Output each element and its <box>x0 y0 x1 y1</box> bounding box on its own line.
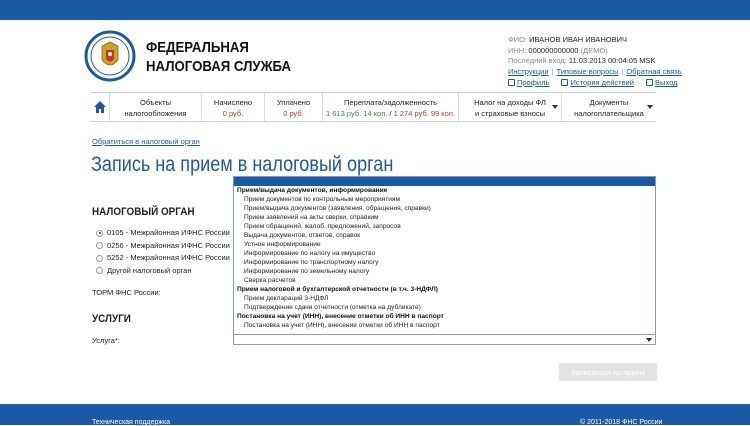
dropdown-option[interactable]: Информирование по налогу на имущество <box>234 249 655 258</box>
dropdown-option[interactable]: Выдача документов, ответов, справок <box>234 231 655 240</box>
dropdown-option[interactable]: Информирование по транспортному налогу <box>234 258 655 267</box>
last-login-label: Последний вход: <box>508 56 567 65</box>
brand-name: ФЕДЕРАЛЬНАЯ НАЛОГОВАЯ СЛУЖБА <box>146 38 291 76</box>
inn-note: (ДЕМО) <box>580 45 608 55</box>
dropdown-group: Постановка на учет (ИНН), внесение отмет… <box>237 313 444 320</box>
dropdown-option[interactable]: Прием заявлений на акты сверки, справким <box>234 213 655 222</box>
chevron-down-icon[interactable] <box>646 338 652 342</box>
home-button[interactable] <box>90 93 110 121</box>
home-icon <box>93 101 106 113</box>
menu-balance[interactable]: Переплата/задолженность 1 613 руб. 14 ко… <box>323 93 459 121</box>
section-services-title: УСЛУГИ <box>92 313 131 325</box>
dropdown-selected-row[interactable] <box>234 177 655 186</box>
menu-paid[interactable]: Уплачено 0 руб. <box>265 93 323 121</box>
dropdown-option[interactable]: Постановка на учет (ИНН), внесение отмет… <box>234 321 655 330</box>
menu-ndfl[interactable]: Налог на доходы ФЛ и страховые взносы <box>459 93 562 121</box>
menu-documents[interactable]: Документы налогоплательщика <box>562 93 656 121</box>
profile-icon <box>508 79 515 86</box>
dropdown-option[interactable]: Прием обращений, жалоб, предложений, зап… <box>234 222 655 231</box>
brand-line1: ФЕДЕРАЛЬНАЯ <box>146 39 249 56</box>
main-menu: Объекты налогообложения Начислено 0 руб.… <box>90 92 656 122</box>
dropdown-option[interactable]: Информирование по земельному налогу <box>234 267 655 276</box>
exit-icon <box>646 79 654 86</box>
breadcrumb[interactable]: Обратиться в налоговый орган <box>92 137 200 146</box>
page-title: Запись на прием в налоговый орган <box>91 153 394 176</box>
dropdown-option[interactable]: Прием деклараций 3-НДФЛ <box>234 294 655 303</box>
accrued-value: 0 руб. <box>222 109 244 118</box>
feedback-link[interactable]: Обратная связь <box>626 67 681 76</box>
torm-label: ТОРМ ФНС России: <box>92 288 161 297</box>
menu-accrued[interactable]: Начислено 0 руб. <box>202 93 265 121</box>
dropdown-option[interactable]: Подтверждение сдачи отчетности (отметка … <box>234 303 655 312</box>
last-login-value: 11.03.2013 00:04:05 MSK <box>568 56 656 65</box>
office-radio-5252[interactable]: 5252 - Межрайонная ИФНС России <box>96 252 230 265</box>
chevron-down-icon <box>647 105 653 109</box>
fio-value: ИВАНОВ ИВАН ИВАНОВИЧ <box>529 35 628 44</box>
user-nav: Профиль История действий Выход <box>508 78 688 87</box>
office-radio-0105[interactable]: 0105 - Межрайонная ИФНС России <box>96 227 230 240</box>
dropdown-option[interactable]: Прием документов по контрольным мероприя… <box>234 195 655 204</box>
inn-label: ИНН: <box>508 45 527 55</box>
office-radio-0256[interactable]: 0256 - Межрайонная ИФНС России <box>96 240 230 253</box>
radio-dot[interactable] <box>96 242 103 250</box>
history-icon <box>561 79 569 86</box>
menu-tax-objects[interactable]: Объекты налогообложения <box>110 93 202 121</box>
exit-link[interactable]: Выход <box>646 78 678 87</box>
overpayment-value: 1 613 руб. 14 коп. <box>326 109 388 118</box>
service-dropdown-list[interactable]: Прием/выдача документов, информирование … <box>233 176 656 335</box>
top-bar <box>0 0 750 20</box>
brand-line2: НАЛОГОВАЯ СЛУЖБА <box>146 58 292 75</box>
service-select[interactable] <box>233 334 656 345</box>
fio-label: ФИО: <box>508 35 528 44</box>
fns-emblem-icon <box>84 30 136 82</box>
service-label: Услуга*: <box>92 336 120 345</box>
paid-value: 0 руб. <box>283 109 304 118</box>
office-radio-other[interactable]: Другой налоговый орган <box>96 265 230 278</box>
debt-value: 1 274 руб. 99 коп. <box>393 109 455 118</box>
dropdown-option[interactable]: Устное информирование <box>234 240 655 249</box>
tax-office-radios: 0105 - Межрайонная ИФНС России 0256 - Ме… <box>96 227 230 277</box>
user-info: ФИО: ИВАНОВ ИВАН ИВАНОВИЧ ИНН: 000000000… <box>508 35 682 76</box>
faq-link[interactable]: Типовые вопросы <box>556 67 618 76</box>
dropdown-option[interactable]: Сверка расчетов <box>234 276 655 285</box>
chevron-down-icon <box>552 105 558 109</box>
section-tax-office-title: НАЛОГОВЫЙ ОРГАН <box>92 206 195 218</box>
radio-dot[interactable] <box>96 229 103 237</box>
dropdown-option[interactable]: Прием/выдача документов (заявления, обра… <box>234 204 655 213</box>
dropdown-group: Прием/выдача документов, информирование <box>237 187 388 194</box>
book-appointment-button[interactable]: Записаться на прием <box>559 363 657 381</box>
profile-link[interactable]: Профиль <box>508 78 549 87</box>
inn-value: 000000000000 <box>528 45 579 55</box>
instructions-link[interactable]: Инструкции <box>508 67 549 76</box>
radio-dot[interactable] <box>96 254 103 262</box>
radio-dot[interactable] <box>96 267 103 275</box>
dropdown-group: Прием налоговой и бухгалтерской отчетнос… <box>237 286 438 293</box>
history-link[interactable]: История действий <box>561 78 634 87</box>
